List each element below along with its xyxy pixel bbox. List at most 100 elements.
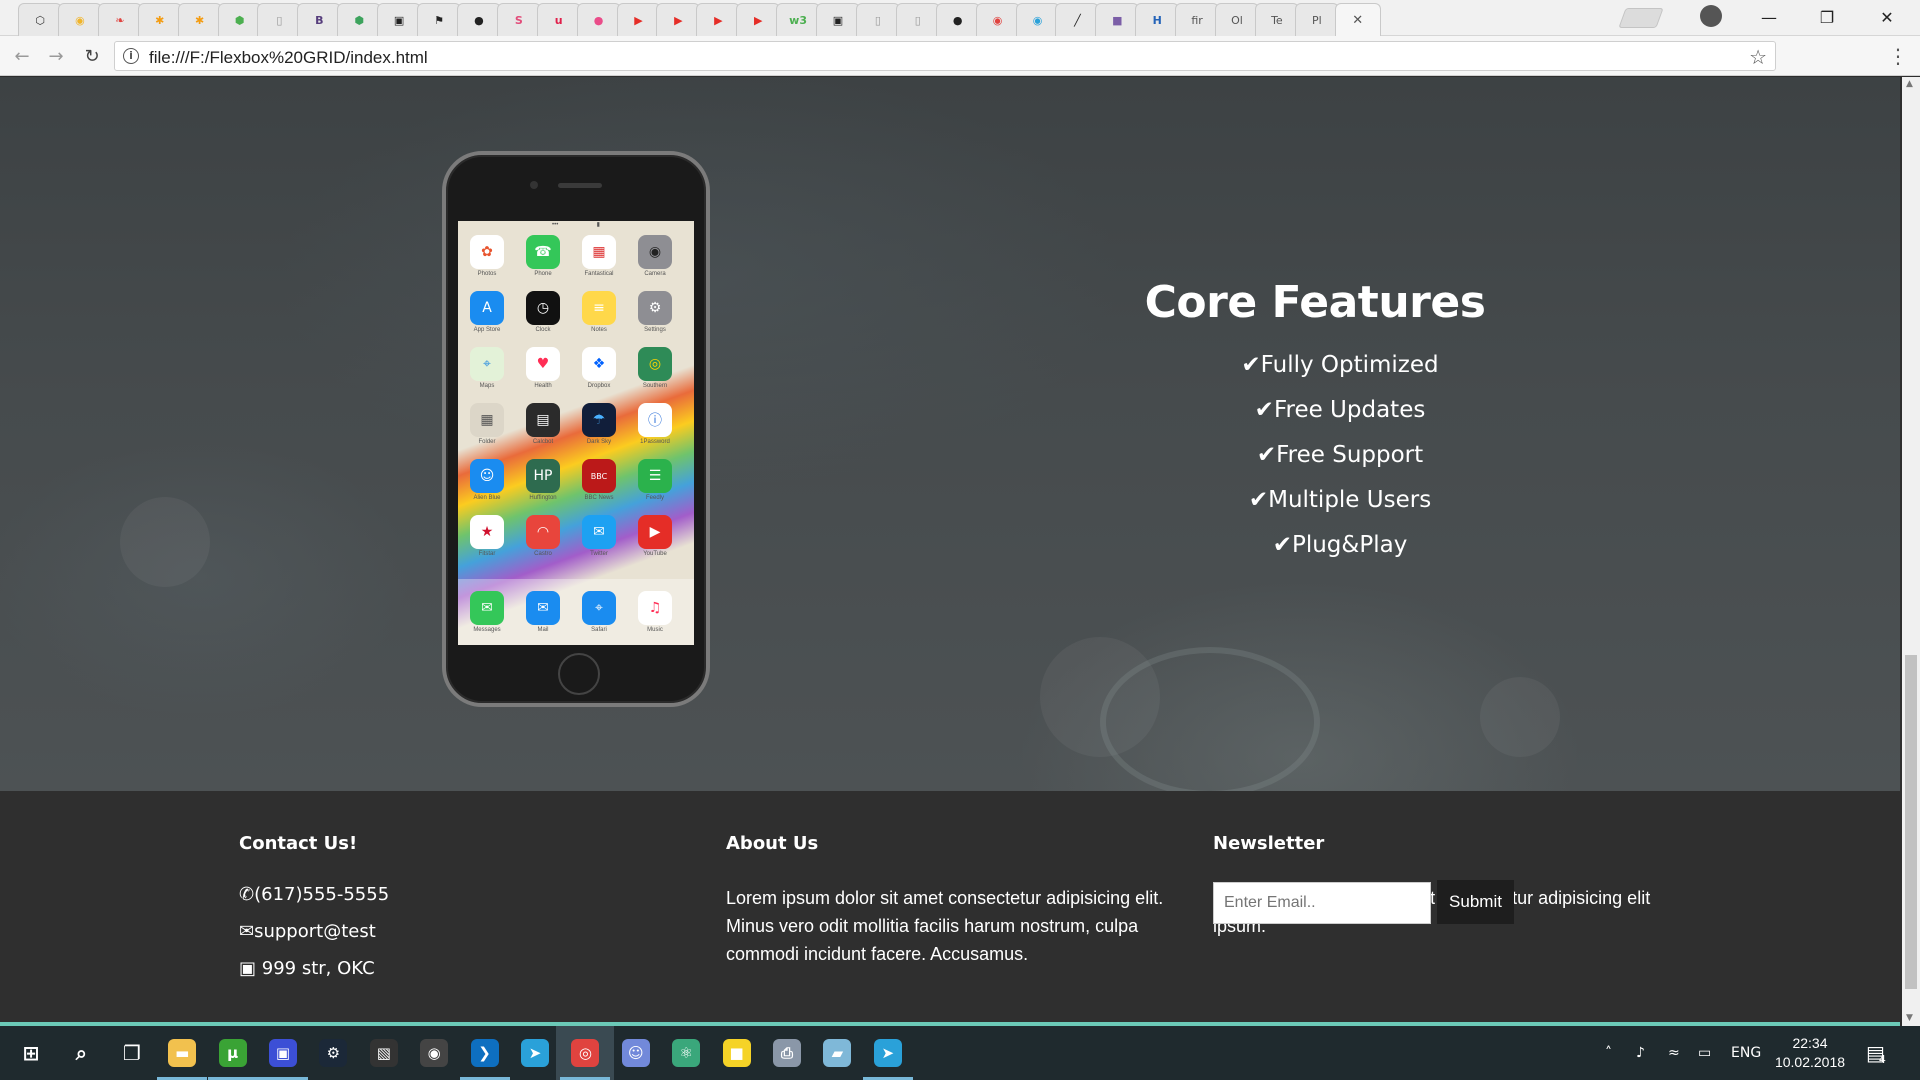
browser-tab[interactable]: ● [576, 3, 621, 36]
browser-tab[interactable]: ✱ [177, 3, 222, 36]
taskbar-app[interactable]: ▬ [153, 1026, 211, 1080]
address-bar[interactable]: i file:///F:/Flexbox%20GRID/index.html ☆ [114, 41, 1776, 71]
address-url[interactable]: file:///F:/Flexbox%20GRID/index.html [149, 48, 428, 68]
browser-tab[interactable]: ▶ [736, 3, 781, 36]
browser-tab[interactable]: ● [935, 3, 980, 36]
phone-app-icon: A [470, 291, 504, 325]
battery-icon[interactable]: ▭ [1698, 1026, 1711, 1080]
extension-icon: ◉ [75, 13, 85, 27]
taskbar-app[interactable]: ➤ [506, 1026, 564, 1080]
bootstrap-icon: B [315, 13, 324, 27]
browser-tab[interactable]: ▣ [816, 3, 860, 36]
browser-tab[interactable]: ▯ [895, 3, 940, 36]
browser-tab[interactable]: ● [456, 3, 501, 36]
scroll-down-arrow[interactable]: ▼ [1906, 1013, 1913, 1023]
phone-app-label: App Store [473, 327, 501, 333]
taskbar-app[interactable]: ⊞ [2, 1026, 60, 1080]
volume-icon[interactable]: ♪ [1636, 1026, 1645, 1080]
taskbar-app[interactable]: ☺ [607, 1026, 665, 1080]
browser-tab[interactable]: ▣ [377, 3, 422, 36]
profile-icon[interactable] [1700, 5, 1722, 27]
taskbar-app[interactable]: ▰ [808, 1026, 866, 1080]
taskbar-app[interactable]: ⎙ [758, 1026, 816, 1080]
browser-tab[interactable]: ▶ [656, 3, 701, 36]
back-button[interactable]: ← [10, 44, 34, 68]
browser-tab[interactable]: ◉ [57, 3, 102, 36]
browser-tab[interactable]: fir [1175, 3, 1220, 36]
phone-app-icon: ⌖ [582, 591, 616, 625]
taskbar-app[interactable]: ➤ [859, 1026, 917, 1080]
browser-tab[interactable]: H [1135, 3, 1180, 36]
taskbar-app[interactable]: ▣ [254, 1026, 312, 1080]
task-view-icon: ❐ [122, 1041, 141, 1065]
taskbar-app[interactable]: ◉ [405, 1026, 463, 1080]
browser-tab[interactable]: Te [1254, 3, 1299, 36]
features-title: Core Features [1144, 277, 1486, 328]
browser-tab[interactable]: ⬢ [217, 3, 262, 36]
newsletter-email-input[interactable] [1213, 882, 1431, 924]
restore-button[interactable]: ❐ [1804, 0, 1850, 34]
taskbar-app[interactable]: ❯ [456, 1026, 514, 1080]
browser-tab[interactable]: Ol [1215, 3, 1259, 36]
phone-app-icon: ▤ [526, 403, 560, 437]
taskbar-app[interactable]: ⚛ [657, 1026, 715, 1080]
info-icon[interactable]: i [123, 48, 139, 64]
browser-tab[interactable]: w3 [776, 3, 821, 36]
browser-tab[interactable]: ▯ [257, 3, 302, 36]
browser-menu-button[interactable]: ⋮ [1888, 44, 1908, 68]
taskbar-app[interactable]: μ [204, 1026, 262, 1080]
browser-tab[interactable]: ⚑ [417, 3, 461, 36]
phone-app-icon: ♫ [638, 591, 672, 625]
taskbar-app[interactable]: ■ [708, 1026, 766, 1080]
taskbar-app[interactable]: ▧ [355, 1026, 413, 1080]
notification-center[interactable]: ▤ 4 [1866, 1026, 1886, 1080]
taskbar-app[interactable]: ⚙ [304, 1026, 362, 1080]
script-icon: u [554, 13, 563, 27]
phone-app-icon: ☺ [470, 459, 504, 493]
robot-icon: ▣ [832, 13, 844, 27]
phone-app-icon: ★ [470, 515, 504, 549]
browser-tab[interactable]: ▶ [616, 3, 661, 36]
browser-tab[interactable]: ■ [1095, 3, 1140, 36]
phone-app-label: 1Password [640, 439, 670, 445]
taskbar-clock[interactable]: 22:34 10.02.2018 [1768, 1034, 1852, 1072]
flag-icon: ⚑ [434, 13, 444, 27]
newsletter-submit-button[interactable]: Submit [1437, 880, 1514, 924]
tray-chevron-icon[interactable]: ˄ [1605, 1026, 1612, 1080]
scroll-up-arrow[interactable]: ▲ [1906, 79, 1913, 89]
feature-label: Free Support [1276, 442, 1424, 468]
browser-tab[interactable]: ✱ [137, 3, 182, 36]
tab-close-icon[interactable]: ✕ [1352, 13, 1363, 28]
browser-tab[interactable]: ⬡ [18, 3, 62, 36]
page-scrollbar[interactable]: ▲ ▼ [1902, 77, 1920, 1026]
new-tab-button[interactable] [1618, 8, 1664, 28]
active-tab[interactable]: ✕ [1334, 3, 1381, 36]
browser-tab[interactable]: u [536, 3, 581, 36]
browser-tab[interactable]: ▯ [855, 3, 900, 36]
bookmark-star-icon[interactable]: ☆ [1749, 45, 1767, 69]
file-explorer-icon: ▬ [168, 1039, 197, 1067]
browser-tab[interactable]: ╱ [1055, 3, 1100, 36]
forward-button[interactable]: → [44, 44, 68, 68]
browser-tab[interactable]: B [297, 3, 342, 36]
reload-button[interactable]: ↻ [80, 44, 104, 68]
taskbar-app[interactable]: ❐ [103, 1026, 161, 1080]
browser-tab[interactable]: ◉ [1015, 3, 1060, 36]
minimize-button[interactable]: — [1746, 0, 1792, 34]
scroll-thumb[interactable] [1905, 655, 1917, 989]
wifi-icon[interactable]: ≈ [1668, 1026, 1680, 1080]
windows-taskbar: ˄ ♪ ≈ ▭ ENG 22:34 10.02.2018 ▤ 4 ⊞ ⌕ ❐ ▬ μ ▣ ⚙ ▧… [0, 1026, 1920, 1080]
browser-tab[interactable]: S [496, 3, 541, 36]
page-icon: ▯ [874, 13, 881, 27]
browser-tab[interactable]: Pl [1294, 3, 1339, 36]
browser-tab[interactable]: ▶ [696, 3, 741, 36]
language-indicator[interactable]: ENG [1731, 1026, 1761, 1080]
taskbar-app[interactable]: ⌕ [52, 1026, 110, 1080]
taskbar-app[interactable]: ◎ [556, 1026, 615, 1080]
window-close-button[interactable]: ✕ [1864, 0, 1910, 34]
browser-tab[interactable]: ◉ [975, 3, 1020, 36]
feature-item: ✔Free Support [1140, 442, 1540, 487]
browser-tab[interactable]: ⬢ [337, 3, 382, 36]
browser-tab[interactable]: ❧ [97, 3, 142, 36]
phone-app-label: Fitstar [478, 551, 496, 557]
